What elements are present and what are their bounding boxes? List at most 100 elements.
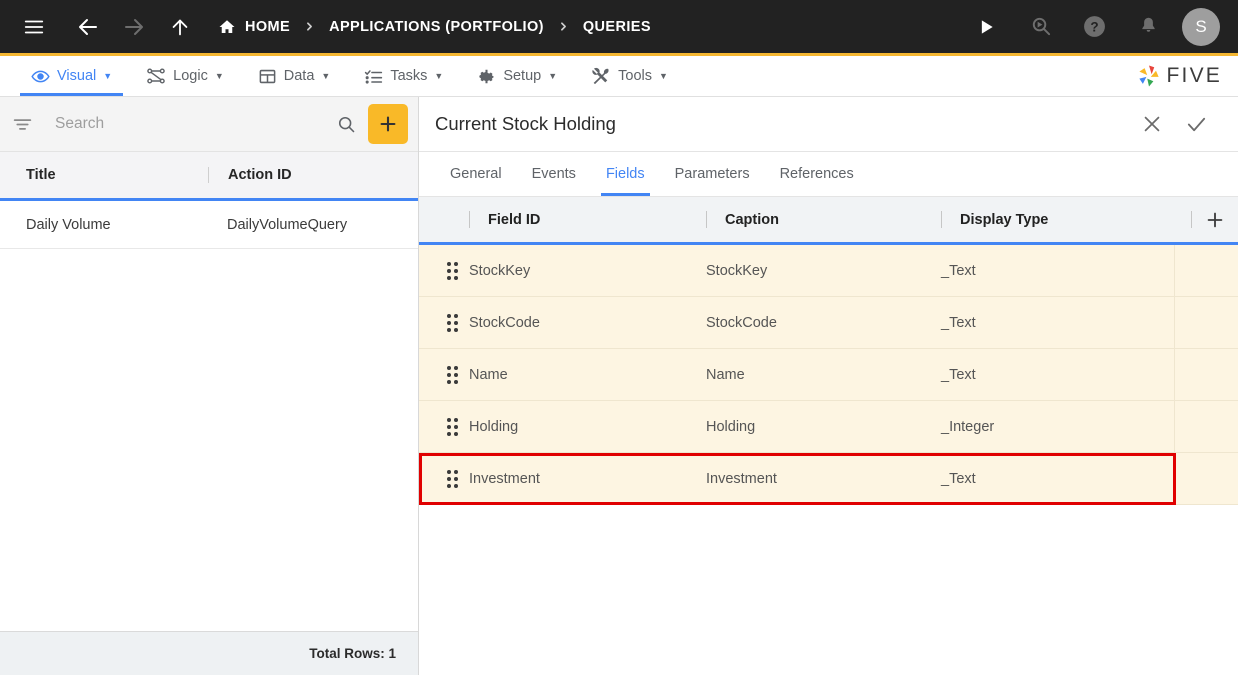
search-row	[0, 97, 418, 152]
drag-handle[interactable]	[419, 245, 469, 296]
cell-field-id: Investment	[469, 470, 540, 487]
drag-handle[interactable]	[419, 349, 469, 400]
table-row[interactable]: Daily Volume DailyVolumeQuery	[0, 201, 418, 249]
nav-item-tasks[interactable]: Tasks ▼	[347, 56, 460, 96]
column-header-caption-label: Caption	[725, 211, 779, 228]
nav-item-data[interactable]: Data ▼	[241, 56, 348, 96]
detail-header-actions	[1141, 113, 1222, 136]
drag-column-header	[419, 197, 469, 242]
breadcrumb-chevron-icon-2	[544, 20, 583, 33]
queries-footer: Total Rows: 1	[0, 631, 418, 675]
fields-grid-header: Field ID Caption Display Type	[419, 197, 1238, 245]
cell-caption: StockCode	[706, 314, 777, 331]
detail-tabs: General Events Fields Parameters Referen…	[419, 152, 1238, 197]
cell-field-id: StockKey	[469, 262, 531, 279]
cell-caption: Investment	[706, 470, 777, 487]
nav-item-tools[interactable]: Tools ▼	[574, 56, 685, 96]
tab-general[interactable]: General	[435, 152, 517, 196]
breadcrumb-home[interactable]: HOME	[218, 18, 290, 36]
column-divider	[706, 211, 707, 228]
eye-icon	[31, 67, 50, 86]
column-header-caption[interactable]: Caption	[706, 197, 941, 242]
nav-item-setup[interactable]: Setup ▼	[460, 56, 574, 96]
forward-arrow-icon[interactable]	[114, 7, 154, 47]
back-arrow-icon[interactable]	[68, 7, 108, 47]
add-query-button[interactable]	[368, 104, 408, 144]
tab-fields-label: Fields	[605, 166, 645, 182]
five-pinwheel-icon	[1135, 62, 1163, 90]
column-header-display-type[interactable]: Display Type	[941, 197, 1174, 242]
cell-display-type: _Text	[941, 366, 976, 383]
nodes-icon	[146, 66, 166, 86]
drag-handle[interactable]	[419, 453, 469, 504]
cell-display-type: _Text	[941, 262, 976, 279]
tab-events[interactable]: Events	[517, 152, 591, 196]
user-avatar[interactable]: S	[1182, 7, 1220, 46]
filter-icon[interactable]	[12, 114, 33, 135]
cell-caption: Holding	[706, 418, 756, 435]
table-row[interactable]: Holding Holding _Integer	[419, 401, 1238, 453]
row-action-id: DailyVolumeQuery	[227, 216, 348, 233]
avatar-initial: S	[1195, 16, 1207, 36]
chevron-down-icon: ▼	[548, 70, 558, 81]
column-header-title[interactable]: Title	[0, 167, 208, 183]
top-bar-actions: ? S	[966, 7, 1238, 47]
column-header-field-id[interactable]: Field ID	[469, 197, 706, 242]
chevron-down-icon: ▼	[434, 70, 444, 81]
queries-list-panel: Title Action ID Daily Volume DailyVolume…	[0, 97, 419, 675]
nav-item-data-label: Data	[283, 68, 315, 84]
table-row-highlighted[interactable]: Investment Investment _Text	[419, 453, 1238, 505]
nav-item-logic[interactable]: Logic ▼	[129, 56, 241, 96]
tab-general-label: General	[450, 166, 502, 182]
table-row[interactable]: StockCode StockCode _Text	[419, 297, 1238, 349]
tab-fields[interactable]: Fields	[591, 152, 660, 196]
chevron-down-icon: ▼	[321, 70, 331, 81]
search-icon[interactable]	[330, 108, 362, 140]
cell-display-type: _Integer	[941, 418, 995, 435]
table-row[interactable]: StockKey StockKey _Text	[419, 245, 1238, 297]
tab-references[interactable]: References	[765, 152, 869, 196]
column-divider	[469, 211, 470, 228]
svg-text:?: ?	[1090, 20, 1098, 35]
fields-grid-body: StockKey StockKey _Text StockCode StockC…	[419, 245, 1238, 675]
row-title: Daily Volume	[26, 216, 111, 233]
tab-parameters-label: Parameters	[674, 166, 750, 182]
check-icon[interactable]	[1185, 113, 1208, 136]
hamburger-menu-icon[interactable]	[14, 7, 54, 47]
add-field-button[interactable]	[1192, 209, 1238, 231]
help-icon[interactable]: ?	[1074, 7, 1114, 47]
cell-caption: Name	[706, 366, 745, 383]
chevron-down-icon: ▼	[103, 70, 113, 81]
run-play-icon[interactable]	[966, 7, 1006, 47]
drag-handle[interactable]	[419, 401, 469, 452]
queries-table-header: Title Action ID	[0, 152, 418, 201]
tools-icon	[591, 66, 611, 86]
queries-list-empty-space	[0, 249, 418, 631]
close-icon[interactable]	[1141, 113, 1163, 136]
column-header-action-id[interactable]: Action ID	[208, 167, 418, 183]
nav-item-setup-label: Setup	[503, 68, 542, 84]
total-rows-label: Total Rows: 1	[309, 646, 396, 661]
up-arrow-icon[interactable]	[160, 7, 200, 47]
cell-field-id: Name	[469, 366, 508, 383]
breadcrumb-applications-label: APPLICATIONS (PORTFOLIO)	[329, 18, 544, 35]
five-brand-logo: FIVE	[1135, 56, 1238, 96]
detail-panel: Current Stock Holding General Events Fie…	[419, 97, 1238, 675]
breadcrumb-applications[interactable]: APPLICATIONS (PORTFOLIO)	[329, 19, 544, 35]
breadcrumb-chevron-icon	[290, 20, 329, 33]
notifications-bell-icon[interactable]	[1128, 7, 1168, 47]
column-header-actions	[1174, 197, 1238, 242]
nav-item-visual-label: Visual	[57, 68, 97, 84]
nav-item-visual[interactable]: Visual ▼	[14, 56, 129, 96]
nav-item-tasks-label: Tasks	[390, 68, 428, 84]
search-input[interactable]	[39, 115, 324, 133]
tab-parameters[interactable]: Parameters	[660, 152, 765, 196]
breadcrumb-queries[interactable]: QUERIES	[583, 19, 651, 35]
cell-actions	[1174, 349, 1238, 400]
search-run-icon[interactable]	[1020, 7, 1060, 47]
cell-display-type: _Text	[941, 314, 976, 331]
grid-icon	[258, 67, 277, 86]
drag-handle[interactable]	[419, 297, 469, 348]
table-row[interactable]: Name Name _Text	[419, 349, 1238, 401]
breadcrumb-home-label: HOME	[245, 18, 291, 35]
